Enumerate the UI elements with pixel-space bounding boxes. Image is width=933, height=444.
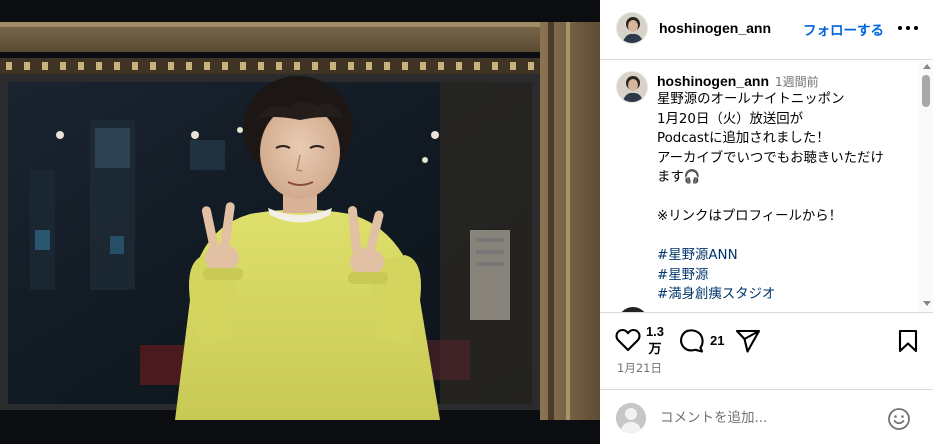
caption-text: 星野源のオールナイトニッポン 1月20日（火）放送回が Podcastに追加され…: [657, 90, 915, 305]
caption-line: [657, 227, 915, 247]
comment-input[interactable]: [660, 407, 870, 429]
post-header: hoshinogen_ann フォローする: [600, 0, 933, 60]
post-actions: 1.3 万 21 1月21日: [600, 312, 933, 380]
caption-line: ます🎧: [657, 170, 701, 185]
scroll-up-arrow-icon[interactable]: [923, 64, 931, 69]
emoji-icon[interactable]: [887, 407, 911, 435]
hashtag-link[interactable]: #星野源ANN: [657, 246, 915, 266]
caption-avatar[interactable]: [616, 71, 648, 103]
comment-composer: [600, 389, 933, 444]
scroll-down-arrow-icon[interactable]: [923, 301, 931, 306]
hashtag-link[interactable]: #星野源: [657, 266, 915, 286]
follow-button[interactable]: フォローする: [803, 19, 884, 39]
caption-line: アーカイブでいつでもお聴きいただけ: [657, 150, 884, 166]
instagram-post-modal: hoshinogen_ann フォローする hoshinogen_ann 1週間前…: [0, 0, 933, 444]
heart-icon[interactable]: [615, 328, 641, 352]
comment-count[interactable]: 21: [710, 333, 724, 348]
post-photo: [0, 0, 600, 444]
caption-username[interactable]: hoshinogen_ann: [657, 73, 769, 89]
post-date[interactable]: 1月21日: [617, 360, 662, 376]
bookmark-icon[interactable]: [897, 329, 919, 353]
comment-icon[interactable]: [679, 328, 705, 354]
profile-username[interactable]: hoshinogen_ann: [659, 20, 771, 36]
more-horizontal-icon[interactable]: [897, 18, 919, 38]
caption-time: 1週間前: [775, 75, 819, 89]
caption-line: 星野源のオールナイトニッポン: [657, 92, 845, 107]
caption-line: [657, 188, 915, 208]
like-count-unit: 万: [648, 341, 662, 356]
caption-line: ※リンクはプロフィールから！: [657, 209, 843, 224]
caption-header: hoshinogen_ann 1週間前: [657, 71, 819, 90]
like-count[interactable]: 1.3 万: [645, 323, 665, 357]
comments-area: hoshinogen_ann 1週間前 星野源のオールナイトニッポン 1月20日（…: [600, 61, 933, 312]
hashtag-link[interactable]: #満身創痍スタジオ: [657, 285, 915, 305]
caption-line: 1月20日（火）放送回が: [657, 111, 804, 127]
current-user-avatar: [616, 403, 646, 433]
scrollbar-thumb[interactable]: [922, 75, 930, 107]
profile-avatar[interactable]: [616, 12, 648, 44]
caption-line: Podcastに追加されました！: [657, 131, 830, 146]
post-side-panel: hoshinogen_ann フォローする hoshinogen_ann 1週間前…: [600, 0, 933, 444]
like-count-number: 1.3: [645, 324, 665, 339]
share-icon[interactable]: [735, 329, 761, 353]
